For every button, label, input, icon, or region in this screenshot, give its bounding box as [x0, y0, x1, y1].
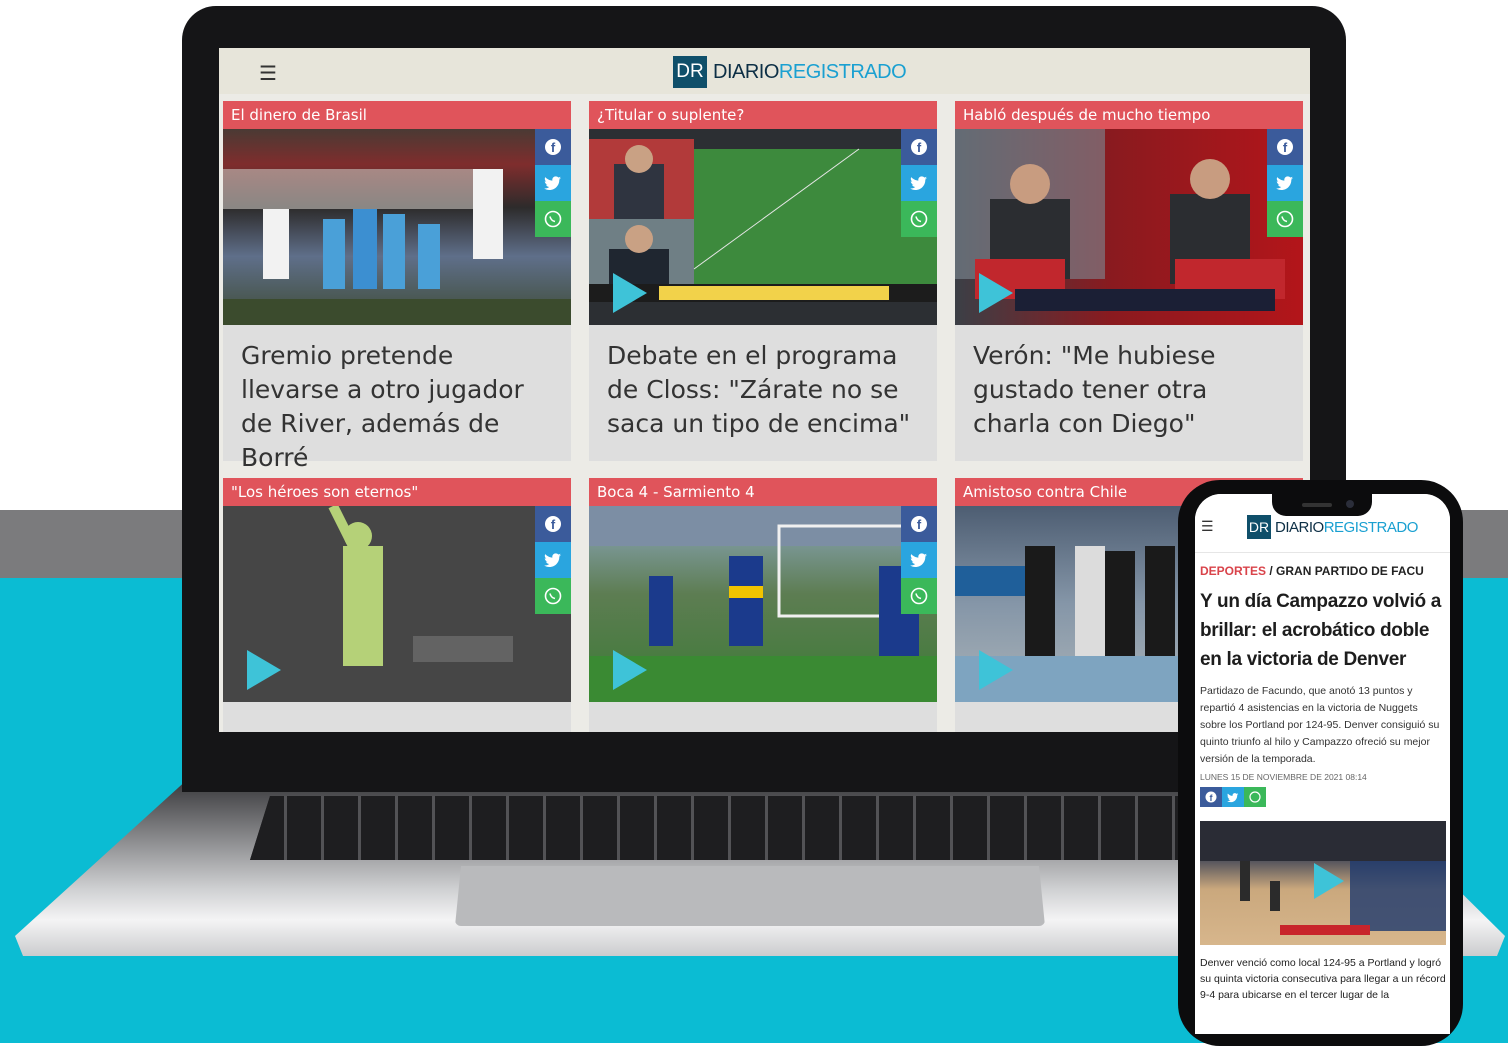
facebook-icon[interactable]: f: [901, 129, 937, 165]
card-kicker: "Los héroes son eternos": [223, 478, 571, 506]
site-header: ☰ DR DIARIOREGISTRADO: [219, 48, 1310, 94]
svg-text:f: f: [917, 517, 922, 532]
article-date: LUNES 15 DE NOVIEMBRE DE 2021 08:14: [1200, 772, 1367, 782]
card-kicker: El dinero de Brasil: [223, 101, 571, 129]
play-icon[interactable]: [1314, 863, 1344, 899]
card-headline[interactable]: Debate en el programa de Closs: "Zárate …: [589, 325, 937, 441]
twitter-icon[interactable]: [901, 165, 937, 201]
article-title: Y un día Campazzo volvió a brillar: el a…: [1200, 591, 1442, 670]
article-lead: Partidazo de Facundo, que anotó 13 punto…: [1200, 685, 1440, 765]
card-image[interactable]: f: [955, 129, 1303, 325]
whatsapp-icon[interactable]: [535, 201, 571, 237]
play-icon[interactable]: [613, 650, 647, 690]
hamburger-icon[interactable]: ☰: [259, 61, 277, 86]
breadcrumb-subsection: GRAN PARTIDO DE FACU: [1276, 564, 1424, 578]
logo-text-diario: DIARIO: [713, 60, 779, 83]
svg-text:f: f: [1283, 140, 1288, 155]
twitter-icon[interactable]: [1222, 787, 1244, 807]
news-card[interactable]: ¿Titular o suplente? f Debate en el prog…: [589, 101, 937, 461]
facebook-icon[interactable]: f: [901, 506, 937, 542]
card-image[interactable]: f: [223, 506, 571, 702]
laptop-keyboard: [250, 796, 1250, 860]
twitter-icon[interactable]: [1267, 165, 1303, 201]
whatsapp-icon[interactable]: [901, 201, 937, 237]
whatsapp-icon[interactable]: [901, 578, 937, 614]
twitter-icon[interactable]: [901, 542, 937, 578]
facebook-icon[interactable]: f: [1267, 129, 1303, 165]
svg-text:f: f: [551, 140, 556, 155]
breadcrumb-section[interactable]: DEPORTES: [1200, 564, 1266, 578]
phone-camera: [1346, 500, 1354, 508]
article-video[interactable]: [1200, 821, 1446, 945]
share-bar: f: [1200, 787, 1446, 807]
phone-screen: ☰ DR DIARIOREGISTRADO DEPORTES / GRAN PA…: [1195, 494, 1450, 1034]
news-card[interactable]: "Los héroes son eternos" f: [223, 478, 571, 732]
card-headline[interactable]: Gremio pretende llevarse a otro jugador …: [223, 325, 571, 475]
logo-text-diario: DIARIO: [1275, 518, 1324, 536]
facebook-icon[interactable]: f: [535, 129, 571, 165]
breadcrumb-separator: /: [1266, 564, 1277, 578]
whatsapp-icon[interactable]: [535, 578, 571, 614]
logo-text-registrado: REGISTRADO: [778, 60, 907, 83]
share-bar: f: [535, 506, 571, 614]
soccer-players-photo: [223, 169, 571, 325]
logo-text-registrado: REGISTRADO: [1323, 518, 1419, 536]
phone-speaker: [1302, 503, 1332, 507]
logo-mark: DR: [1247, 515, 1271, 539]
svg-text:f: f: [917, 140, 922, 155]
card-headline[interactable]: [589, 702, 937, 716]
laptop-trackpad: [455, 866, 1045, 926]
news-card[interactable]: Habló después de mucho tiempo f Verón: "…: [955, 101, 1303, 461]
play-icon[interactable]: [247, 650, 281, 690]
play-icon[interactable]: [979, 273, 1013, 313]
whatsapp-icon[interactable]: [1244, 787, 1266, 807]
share-bar: f: [901, 129, 937, 237]
twitter-icon[interactable]: [535, 542, 571, 578]
news-card[interactable]: El dinero de Brasil f Gremio pretende ll…: [223, 101, 571, 472]
card-image[interactable]: f: [589, 506, 937, 702]
card-headline[interactable]: [223, 702, 571, 716]
hamburger-icon[interactable]: ☰: [1201, 518, 1214, 535]
article: DEPORTES / GRAN PARTIDO DE FACU Y un día…: [1200, 564, 1446, 1003]
whatsapp-icon[interactable]: [1267, 201, 1303, 237]
breadcrumb: DEPORTES / GRAN PARTIDO DE FACU: [1200, 564, 1446, 578]
card-headline[interactable]: Verón: "Me hubiese gustado tener otra ch…: [955, 325, 1303, 441]
share-bar: f: [535, 129, 571, 237]
news-card[interactable]: Boca 4 - Sarmiento 4 f: [589, 478, 937, 732]
laptop-screen: ☰ DR DIARIOREGISTRADO El dinero de Brasi…: [219, 48, 1310, 732]
card-image[interactable]: f: [223, 129, 571, 325]
svg-text:f: f: [551, 517, 556, 532]
play-icon[interactable]: [613, 273, 647, 313]
facebook-icon[interactable]: f: [1200, 787, 1222, 807]
card-image[interactable]: f: [589, 129, 937, 325]
share-bar: f: [901, 506, 937, 614]
site-logo[interactable]: DR DIARIOREGISTRADO: [1247, 515, 1418, 539]
article-body: Denver venció como local 124-95 a Portla…: [1200, 957, 1446, 1001]
twitter-icon[interactable]: [535, 165, 571, 201]
card-kicker: Boca 4 - Sarmiento 4: [589, 478, 937, 506]
site-logo[interactable]: DR DIARIOREGISTRADO: [673, 56, 907, 88]
facebook-icon[interactable]: f: [535, 506, 571, 542]
card-kicker: ¿Titular o suplente?: [589, 101, 937, 129]
logo-mark: DR: [673, 56, 707, 88]
play-icon[interactable]: [979, 650, 1013, 690]
share-bar: f: [1267, 129, 1303, 237]
card-kicker: Habló después de mucho tiempo: [955, 101, 1303, 129]
